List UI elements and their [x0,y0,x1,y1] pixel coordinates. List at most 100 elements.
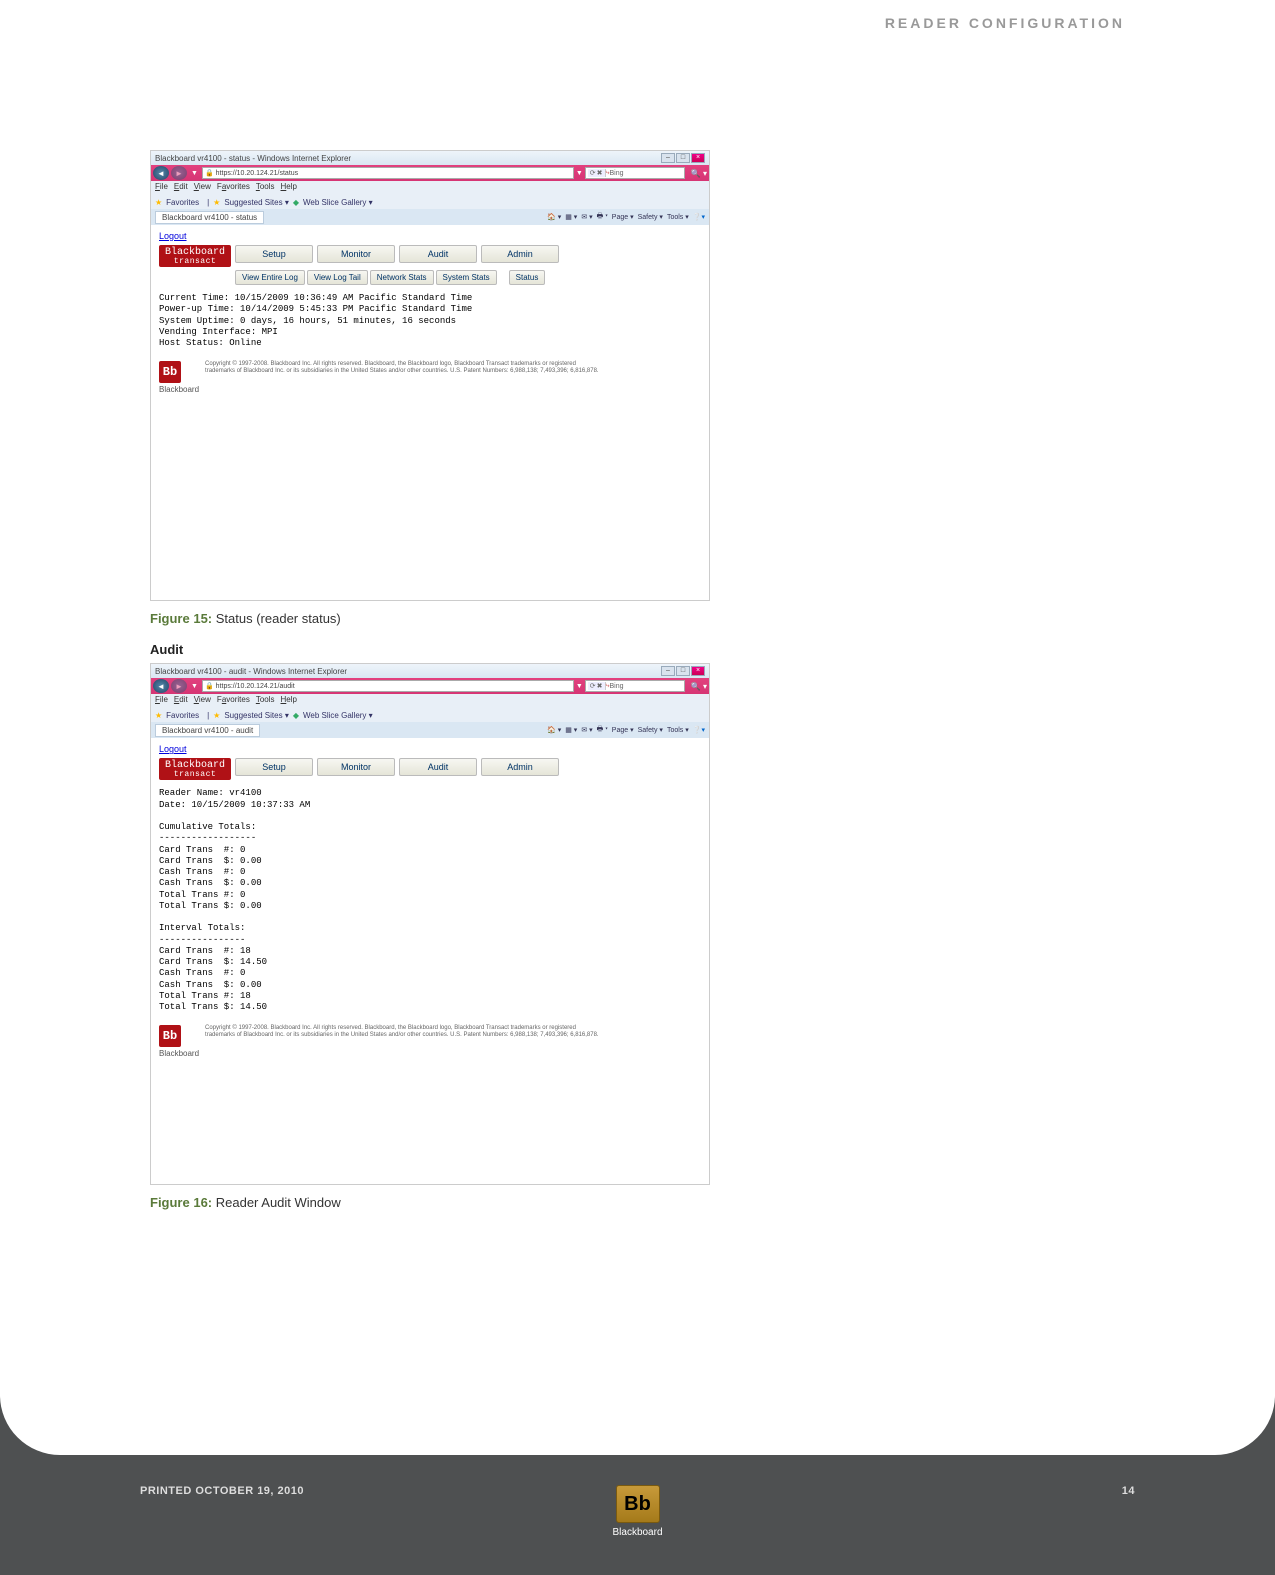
subtab-view-entire-log[interactable]: View Entire Log [235,270,305,285]
menu-help[interactable]: Help [281,182,297,194]
bb-footer-label: Blackboard [159,1049,199,1058]
help-icon[interactable]: ❔▾ [693,726,705,734]
page-menu[interactable]: Page ▾ [612,213,634,221]
footer-brand: Bb Blackboard [610,1485,666,1538]
bb-square-icon: Bb [159,1025,181,1047]
minimize-button[interactable]: – [661,666,675,676]
home-icon[interactable]: 🏠 ▾ [547,213,561,221]
screenshot-status: Blackboard vr4100 - status - Windows Int… [150,150,710,601]
mail-icon[interactable]: ✉ ▾ [581,213,592,221]
copyright-text: Copyright © 1997-2008. Blackboard Inc. A… [205,361,605,375]
logout-link[interactable]: Logout [159,231,187,241]
maximize-button[interactable]: □ [676,666,690,676]
status-text: Current Time: 10/15/2009 10:36:49 AM Pac… [159,293,701,349]
logout-link[interactable]: Logout [159,744,187,754]
menu-favorites[interactable]: Favorites [217,182,250,194]
favorites-star-icon[interactable]: ★ [155,711,162,720]
subtab-network-stats[interactable]: Network Stats [370,270,434,285]
tab-audit[interactable]: Audit [399,245,477,263]
figure-16-caption: Figure 16: Reader Audit Window [150,1195,710,1210]
suggested-sites-link[interactable]: Suggested Sites ▾ [224,198,289,207]
safety-menu[interactable]: Safety ▾ [638,213,663,221]
dropdown-icon[interactable]: ▼ [191,683,198,690]
web-slice-link[interactable]: Web Slice Gallery ▾ [303,711,373,720]
app-footer: Bb Blackboard Copyright © 1997-2008. Bla… [159,361,701,394]
audit-heading: Audit [150,642,710,657]
print-icon[interactable]: 🖶 ▾ [597,212,608,223]
tools-menu[interactable]: Tools ▾ [667,213,689,221]
app-body: Logout Blackboard transact Setup Monitor… [151,225,709,600]
url-input[interactable]: 🔒 https://10.20.124.21/status [202,167,574,179]
close-button[interactable]: × [691,666,705,676]
tab-setup[interactable]: Setup [235,758,313,776]
app-footer: Bb Blackboard Copyright © 1997-2008. Bla… [159,1025,701,1058]
web-slice-icon: ◆ [293,711,299,720]
feed-icon[interactable]: ▦ ▾ [565,213,577,221]
tab-setup[interactable]: Setup [235,245,313,263]
forward-button[interactable]: ► [171,679,187,693]
menu-help[interactable]: Help [281,695,297,707]
tab-admin[interactable]: Admin [481,758,559,776]
menu-tools[interactable]: Tools [256,182,275,194]
menu-file[interactable]: File [155,182,168,194]
tab-admin[interactable]: Admin [481,245,559,263]
mail-icon[interactable]: ✉ ▾ [581,726,592,734]
forward-button[interactable]: ► [171,166,187,180]
menu-edit[interactable]: Edit [174,695,188,707]
suggested-icon: ★ [213,198,220,207]
footer-bb-icon: Bb [616,1485,660,1523]
help-icon[interactable]: ❔▾ [693,213,705,221]
url-input[interactable]: 🔒 https://10.20.124.21/audit [202,680,574,692]
maximize-button[interactable]: □ [676,153,690,163]
go-dropdown-icon[interactable]: ▼ [576,683,583,690]
search-go-icon[interactable]: 🔍 ▾ [691,682,707,691]
tab-monitor[interactable]: Monitor [317,245,395,263]
window-buttons: – □ × [661,666,705,676]
tab-audit[interactable]: Audit [399,758,477,776]
stop-icon[interactable]: ✖ [597,169,603,177]
menu-file[interactable]: File [155,695,168,707]
tab-bar: Blackboard vr4100 - audit 🏠 ▾ ▦ ▾ ✉ ▾ 🖶 … [151,722,709,738]
tools-menu[interactable]: Tools ▾ [667,726,689,734]
menu-tools[interactable]: Tools [256,695,275,707]
search-input[interactable]: ⟳✖ ⤷ Bing [585,680,685,692]
menu-edit[interactable]: Edit [174,182,188,194]
tab-monitor[interactable]: Monitor [317,758,395,776]
favorites-label[interactable]: Favorites [166,711,199,720]
go-dropdown-icon[interactable]: ▼ [576,170,583,177]
menu-view[interactable]: View [194,695,211,707]
refresh-icon[interactable]: ⟳ [590,682,596,690]
home-icon[interactable]: 🏠 ▾ [547,726,561,734]
copyright-text: Copyright © 1997-2008. Blackboard Inc. A… [205,1025,605,1039]
browser-tab[interactable]: Blackboard vr4100 - audit [155,724,260,737]
suggested-sites-link[interactable]: Suggested Sites ▾ [224,711,289,720]
subtab-view-log-tail[interactable]: View Log Tail [307,270,368,285]
favorites-star-icon[interactable]: ★ [155,198,162,207]
menu-favorites[interactable]: Favorites [217,695,250,707]
print-icon[interactable]: 🖶 ▾ [597,725,608,736]
favorites-bar: ★ Favorites | ★ Suggested Sites ▾ ◆ Web … [151,195,709,209]
menu-view[interactable]: View [194,182,211,194]
favorites-label[interactable]: Favorites [166,198,199,207]
audit-text: Reader Name: vr4100 Date: 10/15/2009 10:… [159,788,701,1013]
figure-16-label: Figure 16: [150,1195,212,1210]
minimize-button[interactable]: – [661,153,675,163]
subtab-status[interactable]: Status [509,270,546,285]
back-button[interactable]: ◄ [153,679,169,693]
subtab-system-stats[interactable]: System Stats [436,270,497,285]
close-button[interactable]: × [691,153,705,163]
brand-logo: Blackboard transact [159,758,231,780]
search-input[interactable]: ⟳✖ ⤷ Bing [585,167,685,179]
stop-icon[interactable]: ✖ [597,682,603,690]
dropdown-icon[interactable]: ▼ [191,170,198,177]
browser-tab[interactable]: Blackboard vr4100 - status [155,211,264,224]
web-slice-link[interactable]: Web Slice Gallery ▾ [303,198,373,207]
back-button[interactable]: ◄ [153,166,169,180]
feed-icon[interactable]: ▦ ▾ [565,726,577,734]
safety-menu[interactable]: Safety ▾ [638,726,663,734]
figure-15-caption: Figure 15: Status (reader status) [150,611,710,626]
search-go-icon[interactable]: 🔍 ▾ [691,169,707,178]
page-menu[interactable]: Page ▾ [612,726,634,734]
refresh-icon[interactable]: ⟳ [590,169,596,177]
url-text: https://10.20.124.21/status [216,170,299,177]
